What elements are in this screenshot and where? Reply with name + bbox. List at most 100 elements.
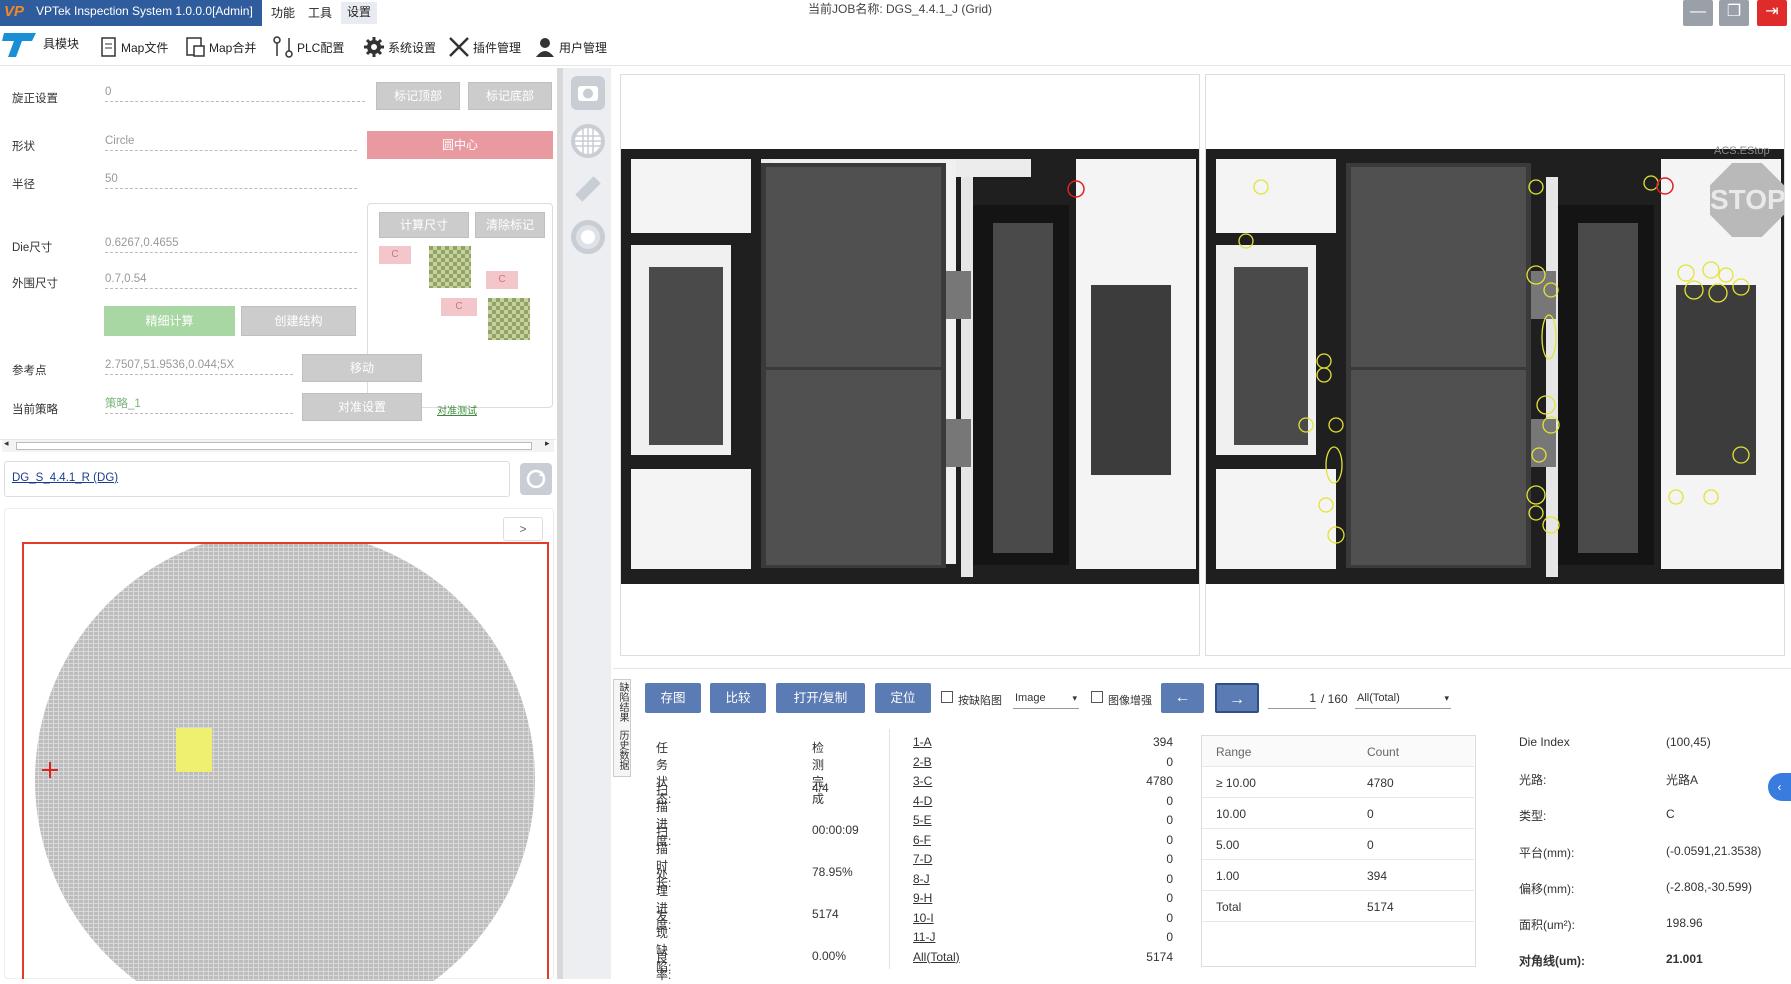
toolbar-item-module: 具模块 — [43, 36, 80, 51]
grid-view-button[interactable] — [571, 124, 605, 158]
scan-button[interactable] — [571, 220, 605, 254]
align-test-link[interactable]: 对准测试 — [437, 402, 477, 417]
strategy-label: 当前策略 — [12, 404, 58, 416]
radius-label: 半径 — [12, 179, 35, 191]
toolbar-item-plugins: 插件管理 — [473, 40, 522, 55]
save-image-button[interactable]: 存图 — [645, 683, 701, 713]
reference-image-view[interactable] — [620, 74, 1200, 656]
system-settings-button[interactable]: 系统设置 — [363, 34, 436, 60]
strategy-select[interactable]: 策略_1 — [105, 394, 293, 414]
alignment-panel: 旋正设置 0 标记顶部 标记底部 形状 Circle 圆中心 半径 50 计算尺… — [0, 68, 556, 984]
app-logo: VP — [4, 3, 25, 20]
radius-input[interactable]: 50 — [105, 169, 357, 189]
inspect-image-view[interactable]: ACS.EStop STOP — [1205, 74, 1785, 656]
plc-config-button[interactable]: PLC配置 — [272, 34, 344, 60]
scrollbar-thumb[interactable] — [16, 442, 532, 450]
toolbox-module-button[interactable]: 具模块 — [0, 30, 80, 57]
class-link[interactable]: 10-I — [913, 911, 934, 925]
title-bar: VP VPTek Inspection System 1.0.0.0[Admin… — [0, 0, 1791, 26]
map-file-button[interactable]: Map文件 — [100, 34, 168, 60]
class-link[interactable]: 8-J — [913, 872, 930, 886]
user-manage-button[interactable]: 用户管理 — [534, 34, 607, 60]
move-button[interactable]: 移动 — [302, 354, 422, 382]
measure-tool-button[interactable] — [571, 172, 605, 206]
recipe-link[interactable]: DG_S_4.4.1_R (DG) — [12, 472, 118, 484]
defect-map-checkbox[interactable] — [941, 691, 953, 703]
class-link[interactable]: 7-D — [913, 852, 932, 866]
user-icon — [536, 38, 554, 57]
minimize-button[interactable]: — — [1683, 0, 1713, 26]
class-count: 4780 — [1146, 774, 1173, 788]
module-logo-icon — [2, 33, 36, 57]
open-copy-button[interactable]: 打开/复制 — [776, 683, 865, 713]
class-link[interactable]: 1-A — [913, 735, 932, 749]
compare-button[interactable]: 比较 — [710, 683, 766, 713]
class-link-total[interactable]: All(Total) — [913, 950, 960, 964]
next-button[interactable]: → — [1215, 683, 1259, 713]
reference-point-select[interactable]: 2.7507,51.9536,0.044;5X — [105, 355, 293, 375]
detail-label: 平台(mm): — [1519, 846, 1575, 860]
class-count: 0 — [1166, 754, 1173, 769]
expand-button[interactable]: > — [503, 517, 543, 541]
tools-icon — [449, 37, 469, 57]
rotate-input[interactable]: 0 — [105, 82, 365, 102]
class-link[interactable]: 11-J — [913, 930, 935, 944]
range-table: Range Count ≥ 10.00 4780 10.00 0 5.00 0 1.00… — [1201, 735, 1476, 967]
refresh-button[interactable] — [520, 463, 552, 495]
shape-select[interactable]: Circle — [105, 131, 357, 151]
filter-select-value: All(Total) — [1357, 692, 1400, 704]
collapse-panel-button[interactable]: ‹ — [1768, 773, 1791, 801]
align-settings-button[interactable]: 对准设置 — [302, 393, 422, 421]
class-count-total: 5174 — [1146, 949, 1173, 964]
plugin-manage-button[interactable]: 插件管理 — [448, 34, 521, 60]
locate-button[interactable]: 定位 — [875, 683, 931, 713]
create-structure-button[interactable]: 创建结构 — [241, 306, 356, 336]
globe-grid-icon — [575, 128, 601, 154]
mark-bottom-button[interactable]: 标记底部 — [468, 82, 552, 110]
table-row: 1.00 394 — [1202, 860, 1474, 891]
status-value: 00:00:09 — [812, 823, 859, 837]
menu-function[interactable]: 功能 — [271, 4, 295, 21]
calc-size-button[interactable]: 计算尺寸 — [379, 212, 469, 238]
toolbar-item-users: 用户管理 — [559, 40, 608, 55]
table-row: Total 5174 — [1202, 891, 1474, 922]
prev-button[interactable]: ← — [1161, 683, 1204, 713]
image-select[interactable]: Image ▾ — [1013, 687, 1079, 709]
detail-label: Die Index — [1519, 735, 1570, 749]
map-merge-button[interactable]: Map合并 — [186, 34, 256, 60]
circle-center-button[interactable]: 圆中心 — [367, 131, 553, 159]
wafer-dies — [35, 530, 535, 984]
document-icon — [101, 37, 116, 57]
fine-calc-button[interactable]: 精细计算 — [104, 306, 235, 336]
menu-tools[interactable]: 工具 — [308, 4, 332, 21]
page-input[interactable]: 1 — [1268, 687, 1316, 709]
merge-icon — [186, 37, 205, 57]
class-link[interactable]: 2-B — [913, 755, 932, 769]
reference-point-label: 参考点 — [12, 365, 47, 377]
class-link[interactable]: 3-C — [913, 774, 932, 788]
side-tabs: 缺陷结果 历史数据 — [613, 679, 631, 777]
app-title: VPTek Inspection System 1.0.0.0[Admin] — [36, 4, 253, 18]
image-enhance-checkbox[interactable] — [1091, 691, 1103, 703]
tab-history-data[interactable]: 历史数据 — [615, 730, 630, 770]
clear-mark-button[interactable]: 清除标记 — [475, 212, 545, 238]
detail-value: (-2.808,-30.599) — [1666, 880, 1753, 894]
close-button[interactable]: ⇥ — [1757, 0, 1787, 26]
divider — [889, 729, 890, 969]
class-link[interactable]: 9-H — [913, 891, 932, 905]
class-link[interactable]: 5-E — [913, 813, 932, 827]
class-link[interactable]: 6-F — [913, 833, 931, 847]
maximize-button[interactable]: ❐ — [1719, 0, 1749, 26]
menu-settings[interactable]: 设置 — [341, 2, 378, 24]
mark-top-button[interactable]: 标记顶部 — [376, 82, 460, 110]
wafer-map[interactable] — [24, 530, 547, 984]
filter-select[interactable]: All(Total) ▾ — [1355, 687, 1451, 709]
plc-icon — [273, 36, 293, 58]
outer-size-input[interactable]: 0.7,0.54 — [105, 269, 357, 289]
horizontal-scrollbar[interactable]: ◂ ▸ — [2, 438, 554, 452]
class-link[interactable]: 4-D — [913, 794, 932, 808]
page-total: / 160 — [1321, 692, 1348, 706]
tab-defect-result[interactable]: 缺陷结果 — [615, 682, 630, 722]
die-size-input[interactable]: 0.6267,0.4655 — [105, 233, 357, 253]
camera-button[interactable] — [571, 76, 605, 110]
